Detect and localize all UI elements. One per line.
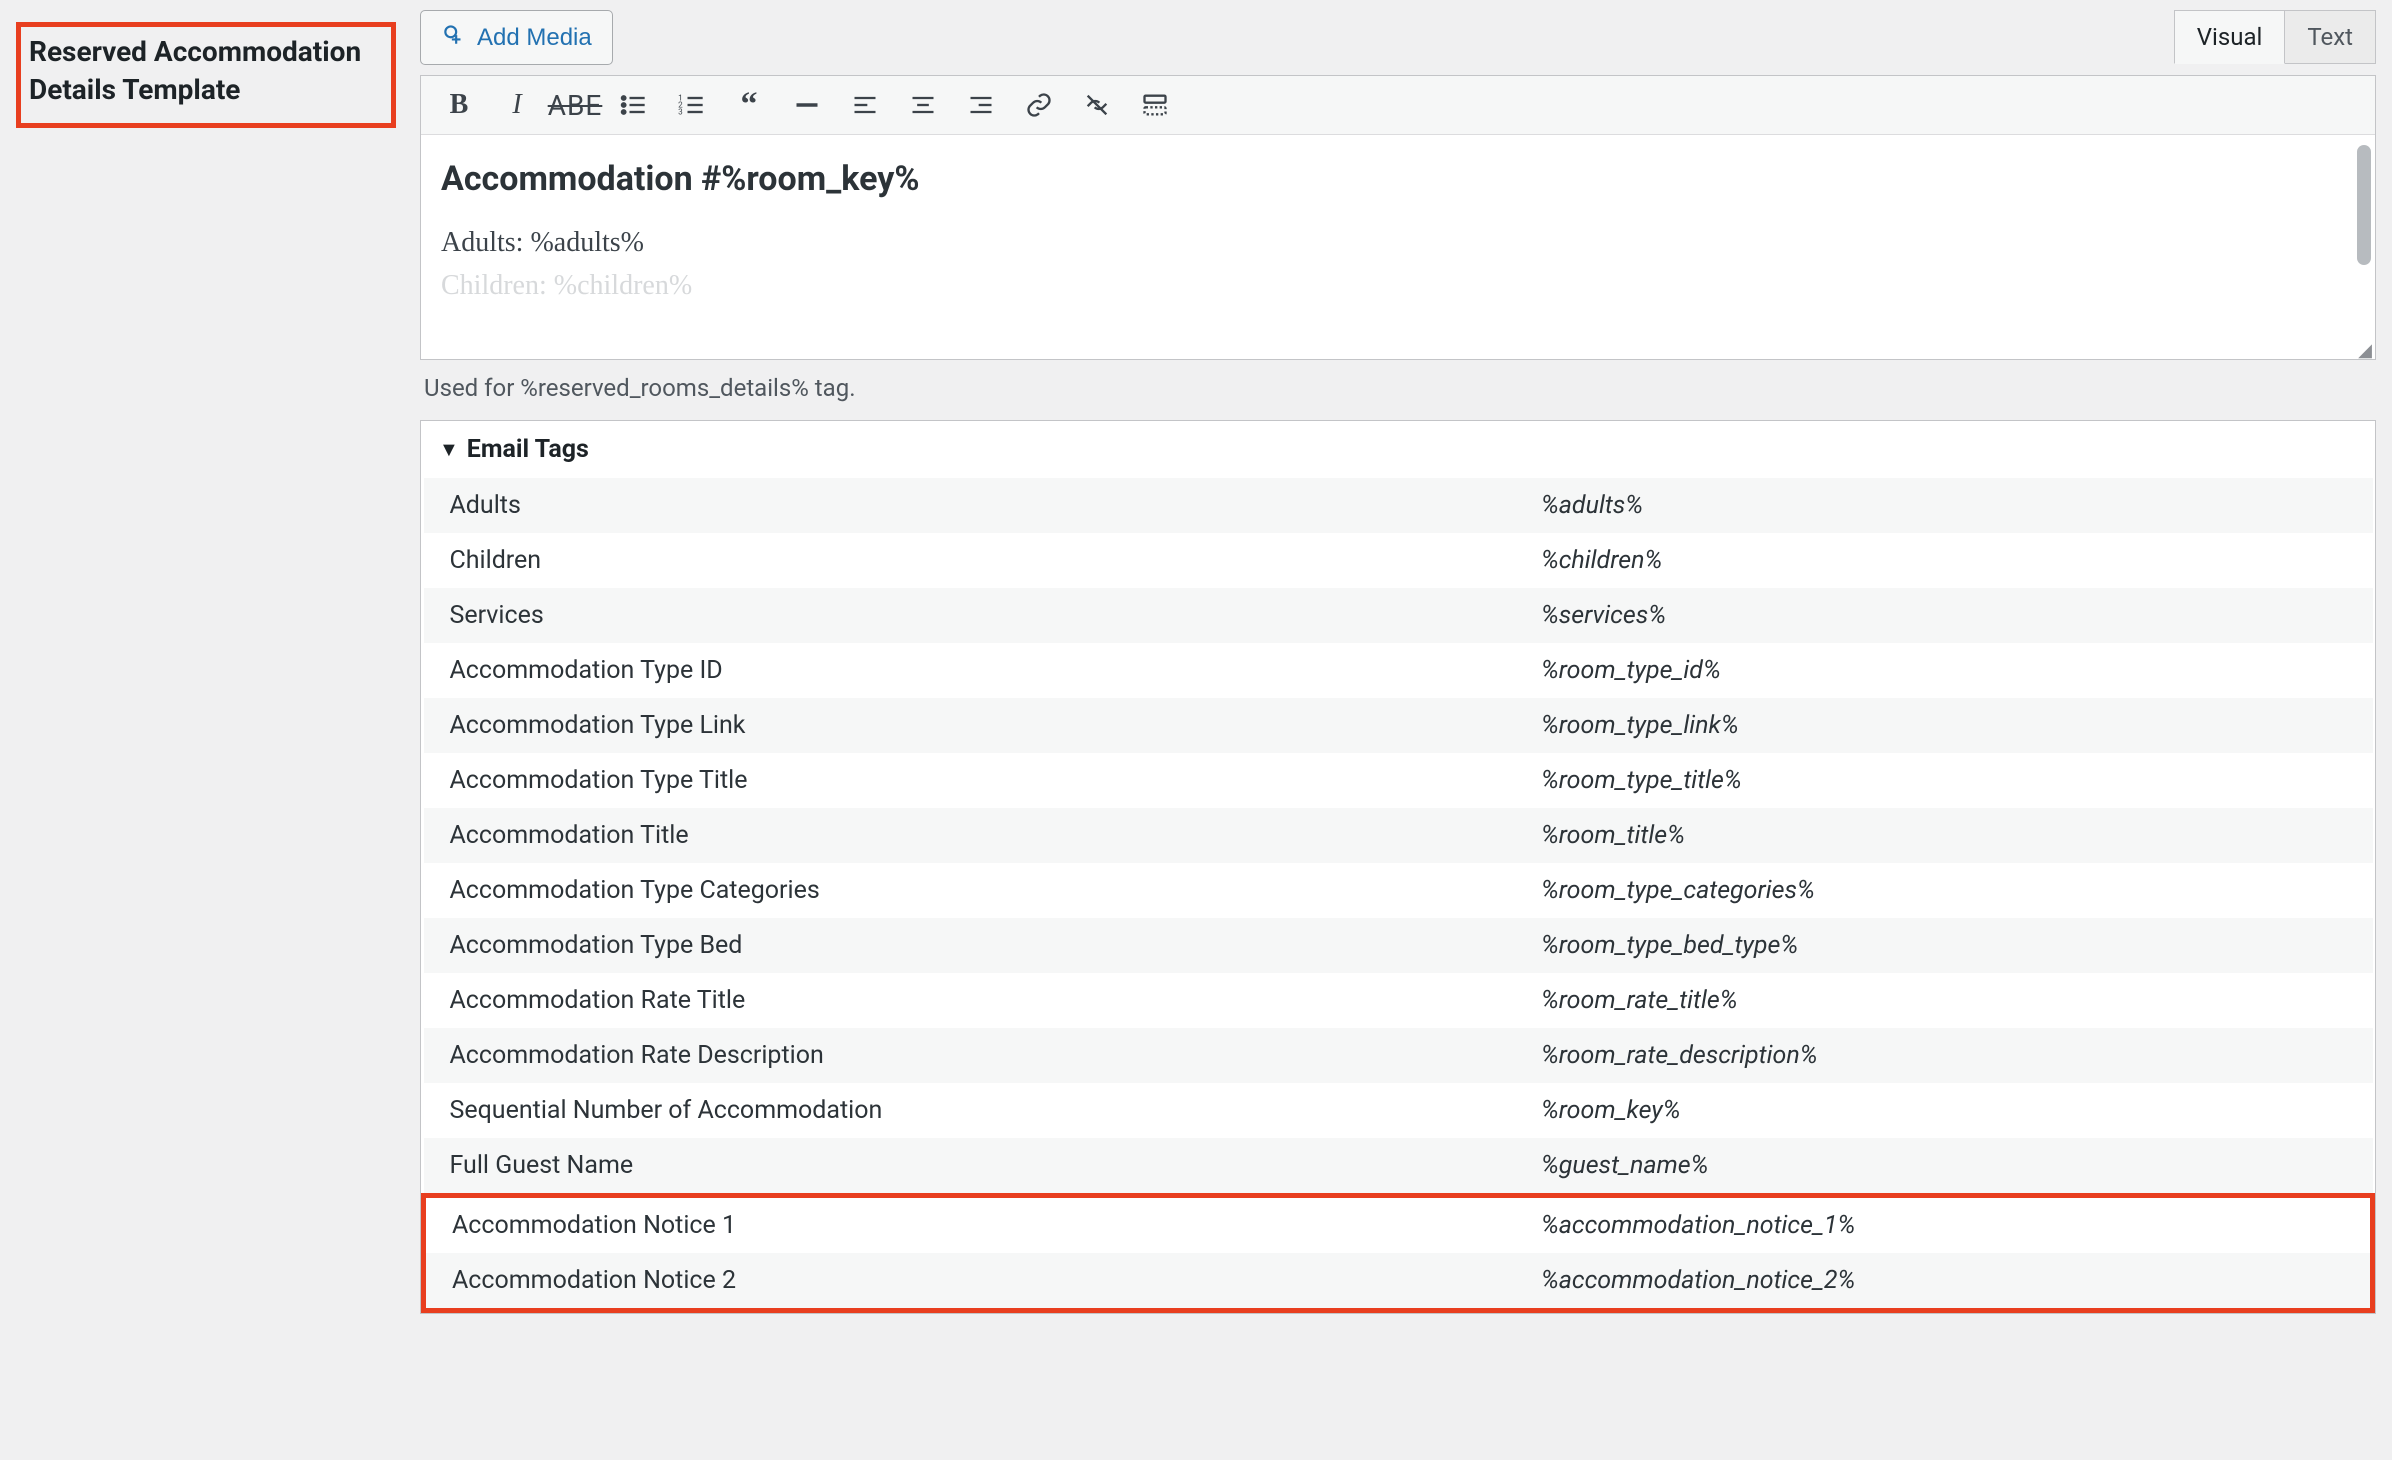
align-left-button[interactable] bbox=[845, 86, 885, 124]
table-row: Accommodation Type Title%room_type_title… bbox=[424, 753, 2373, 808]
email-tags-panel: ▼ Email Tags Adults%adults%Children%chil… bbox=[420, 420, 2376, 1314]
email-tags-title: Email Tags bbox=[467, 435, 589, 464]
unlink-button[interactable] bbox=[1077, 86, 1117, 124]
scrollbar-thumb[interactable] bbox=[2357, 145, 2371, 265]
table-row: Accommodation Notice 1%accommodation_not… bbox=[424, 1196, 2373, 1254]
tag-label: Accommodation Notice 1 bbox=[424, 1196, 1515, 1254]
strikethrough-button[interactable]: ABE bbox=[555, 86, 595, 124]
content-line-2: Children: %children% bbox=[441, 264, 2355, 307]
bullet-list-button[interactable] bbox=[613, 86, 653, 124]
tag-label: Accommodation Type Categories bbox=[424, 863, 1515, 918]
tag-label: Accommodation Notice 2 bbox=[424, 1253, 1515, 1311]
media-icon bbox=[441, 21, 467, 54]
section-title: Reserved Accommodation Details Template bbox=[16, 22, 396, 128]
toolbar-toggle-button[interactable] bbox=[1135, 86, 1175, 124]
tag-label: Accommodation Rate Description bbox=[424, 1028, 1515, 1083]
numbered-list-button[interactable]: 123 bbox=[671, 86, 711, 124]
caret-down-icon: ▼ bbox=[439, 437, 459, 462]
table-row: Services%services% bbox=[424, 588, 2373, 643]
tab-visual[interactable]: Visual bbox=[2174, 10, 2286, 64]
add-media-label: Add Media bbox=[477, 24, 592, 52]
tag-value: %accommodation_notice_2% bbox=[1515, 1253, 2373, 1311]
tag-value: %room_key% bbox=[1515, 1083, 2373, 1138]
table-row: Accommodation Type Link%room_type_link% bbox=[424, 698, 2373, 753]
tag-value: %children% bbox=[1515, 533, 2373, 588]
table-row: Full Guest Name%guest_name% bbox=[424, 1138, 2373, 1196]
tag-value: %room_type_id% bbox=[1515, 643, 2373, 698]
table-row: Accommodation Rate Title%room_rate_title… bbox=[424, 973, 2373, 1028]
table-row: Accommodation Type Categories%room_type_… bbox=[424, 863, 2373, 918]
align-center-button[interactable] bbox=[903, 86, 943, 124]
tag-value: %services% bbox=[1515, 588, 2373, 643]
italic-button[interactable]: I bbox=[497, 86, 537, 124]
table-row: Accommodation Rate Description%room_rate… bbox=[424, 1028, 2373, 1083]
tag-value: %room_type_bed_type% bbox=[1515, 918, 2373, 973]
scrollbar[interactable] bbox=[2357, 145, 2371, 335]
bold-button[interactable]: B bbox=[439, 86, 479, 124]
editor-toolbar: B I ABE 123 “ bbox=[421, 76, 2375, 135]
email-tags-table: Adults%adults%Children%children%Services… bbox=[421, 478, 2375, 1313]
table-row: Accommodation Notice 2%accommodation_not… bbox=[424, 1253, 2373, 1311]
tag-value: %room_type_title% bbox=[1515, 753, 2373, 808]
content-line-1: Adults: %adults% bbox=[441, 221, 2355, 264]
link-button[interactable] bbox=[1019, 86, 1059, 124]
editor-tabs: Visual Text bbox=[2174, 10, 2376, 64]
table-row: Children%children% bbox=[424, 533, 2373, 588]
tag-label: Children bbox=[424, 533, 1515, 588]
tag-value: %guest_name% bbox=[1515, 1138, 2373, 1196]
tag-value: %adults% bbox=[1515, 478, 2373, 533]
table-row: Sequential Number of Accommodation%room_… bbox=[424, 1083, 2373, 1138]
tag-value: %room_type_categories% bbox=[1515, 863, 2373, 918]
helper-text: Used for %reserved_rooms_details% tag. bbox=[420, 360, 2376, 420]
tag-value: %room_rate_title% bbox=[1515, 973, 2373, 1028]
editor-content[interactable]: Accommodation #%room_key% Adults: %adult… bbox=[421, 135, 2375, 345]
tag-label: Accommodation Type ID bbox=[424, 643, 1515, 698]
tag-value: %room_type_link% bbox=[1515, 698, 2373, 753]
blockquote-button[interactable]: “ bbox=[729, 86, 769, 124]
table-row: Accommodation Title%room_title% bbox=[424, 808, 2373, 863]
tag-label: Accommodation Type Link bbox=[424, 698, 1515, 753]
tag-value: %accommodation_notice_1% bbox=[1515, 1196, 2373, 1254]
add-media-button[interactable]: Add Media bbox=[420, 10, 613, 65]
tag-label: Accommodation Type Bed bbox=[424, 918, 1515, 973]
resize-handle[interactable]: ◢ bbox=[421, 345, 2375, 359]
svg-text:3: 3 bbox=[678, 106, 683, 116]
table-row: Accommodation Type ID%room_type_id% bbox=[424, 643, 2373, 698]
email-tags-toggle[interactable]: ▼ Email Tags bbox=[421, 421, 2375, 478]
tag-label: Adults bbox=[424, 478, 1515, 533]
editor: B I ABE 123 “ bbox=[420, 75, 2376, 360]
tab-text[interactable]: Text bbox=[2285, 10, 2376, 64]
tag-value: %room_rate_description% bbox=[1515, 1028, 2373, 1083]
table-row: Accommodation Type Bed%room_type_bed_typ… bbox=[424, 918, 2373, 973]
tag-value: %room_title% bbox=[1515, 808, 2373, 863]
align-right-button[interactable] bbox=[961, 86, 1001, 124]
tag-label: Accommodation Title bbox=[424, 808, 1515, 863]
tag-label: Services bbox=[424, 588, 1515, 643]
content-heading: Accommodation #%room_key% bbox=[441, 159, 2355, 199]
tag-label: Sequential Number of Accommodation bbox=[424, 1083, 1515, 1138]
tag-label: Accommodation Type Title bbox=[424, 753, 1515, 808]
tag-label: Full Guest Name bbox=[424, 1138, 1515, 1196]
table-row: Adults%adults% bbox=[424, 478, 2373, 533]
tag-label: Accommodation Rate Title bbox=[424, 973, 1515, 1028]
horizontal-rule-button[interactable] bbox=[787, 86, 827, 124]
